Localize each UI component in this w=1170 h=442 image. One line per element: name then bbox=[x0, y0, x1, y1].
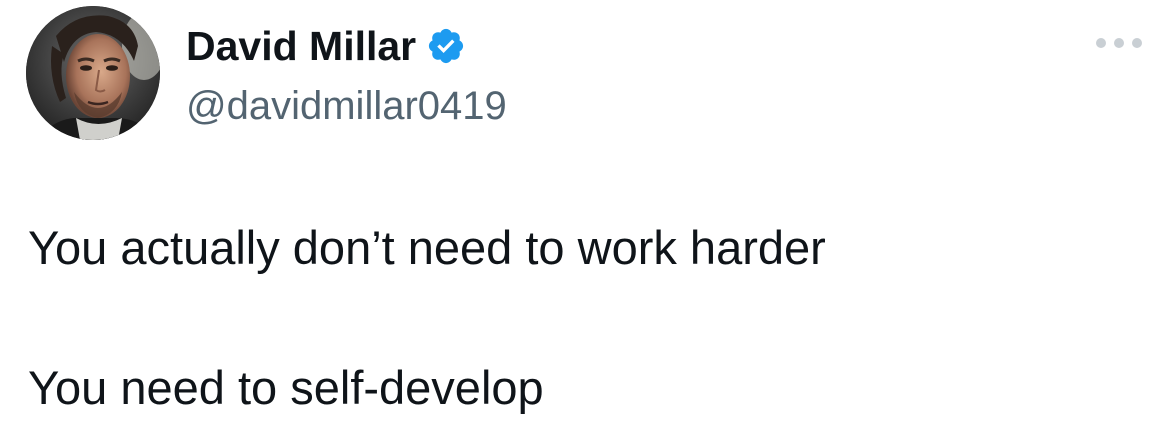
avatar[interactable] bbox=[26, 6, 160, 140]
more-dot bbox=[1114, 38, 1124, 48]
avatar-photo bbox=[26, 6, 160, 140]
author-header: David Millar @davidmillar0419 bbox=[186, 20, 507, 132]
more-dot bbox=[1132, 38, 1142, 48]
display-name[interactable]: David Millar bbox=[186, 20, 416, 72]
name-row: David Millar bbox=[186, 20, 507, 72]
tweet-line: You actually don’t need to work harder bbox=[28, 221, 826, 274]
verified-badge-icon bbox=[426, 26, 466, 66]
tweet-line: You need to self-develop bbox=[28, 361, 544, 414]
tweet-text: You actually don’t need to work harder Y… bbox=[28, 220, 826, 416]
more-options-icon[interactable] bbox=[1096, 33, 1142, 53]
user-handle[interactable]: @davidmillar0419 bbox=[186, 80, 507, 132]
line-break bbox=[28, 276, 826, 360]
tweet-card: David Millar @davidmillar0419 You actual… bbox=[0, 0, 1170, 442]
more-dot bbox=[1096, 38, 1106, 48]
